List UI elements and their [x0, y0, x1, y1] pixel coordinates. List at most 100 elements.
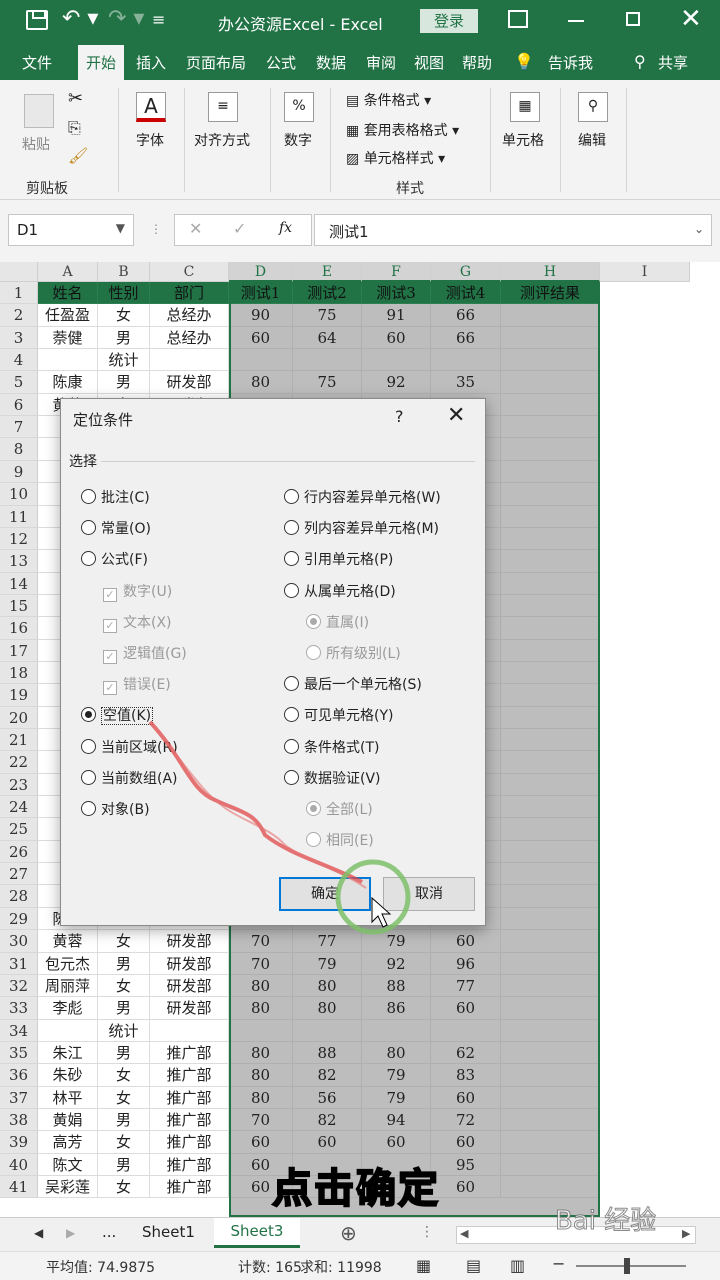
option-right-9[interactable]: 数据验证(V): [284, 768, 381, 788]
cell-a1[interactable]: 姓名: [38, 282, 98, 304]
cells-button[interactable]: 单元格: [502, 130, 544, 150]
row-header[interactable]: 8: [0, 438, 38, 461]
tab-insert[interactable]: 插入: [136, 52, 166, 73]
ribbon-display-options-icon[interactable]: [508, 10, 528, 28]
row-header[interactable]: 5: [0, 371, 38, 394]
row-header[interactable]: 4: [0, 349, 38, 371]
option-left-7[interactable]: 空值(K): [81, 705, 154, 726]
column-header-i[interactable]: I: [600, 262, 690, 282]
cell-a5[interactable]: 陈康: [38, 371, 98, 394]
tab-help[interactable]: 帮助: [462, 52, 492, 73]
row-header[interactable]: 30: [0, 930, 38, 953]
row-header[interactable]: 35: [0, 1042, 38, 1064]
option-right-1[interactable]: 列内容差异单元格(M): [284, 518, 439, 538]
row-header[interactable]: 39: [0, 1131, 38, 1154]
cell-a30[interactable]: 黄蓉: [38, 930, 98, 953]
cell-b41[interactable]: 女: [98, 1176, 150, 1198]
tab-data[interactable]: 数据: [316, 52, 346, 73]
radio-icon[interactable]: [284, 551, 299, 567]
maximize-icon[interactable]: [626, 12, 640, 26]
tab-view[interactable]: 视图: [414, 52, 444, 73]
cell-b36[interactable]: 女: [98, 1064, 150, 1087]
share-button[interactable]: 共享: [658, 52, 688, 73]
cell-a41[interactable]: 吴彩莲: [38, 1176, 98, 1198]
editing-button[interactable]: 编辑: [578, 130, 606, 150]
tab-formulas[interactable]: 公式: [266, 52, 296, 73]
row-header[interactable]: 10: [0, 483, 38, 506]
cell-b34[interactable]: 统计: [98, 1020, 150, 1042]
cells-icon[interactable]: ▦: [510, 92, 540, 122]
cell-a33[interactable]: 李彪: [38, 997, 98, 1020]
cell-b40[interactable]: 男: [98, 1154, 150, 1176]
row-header[interactable]: 15: [0, 595, 38, 617]
select-all-corner[interactable]: [0, 262, 38, 282]
radio-icon[interactable]: [81, 738, 96, 754]
cancel-icon[interactable]: ✕: [189, 219, 202, 238]
row-header[interactable]: 20: [0, 707, 38, 729]
radio-icon[interactable]: [81, 551, 96, 567]
cell-a35[interactable]: 朱江: [38, 1042, 98, 1064]
ok-button[interactable]: 确定: [279, 877, 371, 911]
row-header[interactable]: 9: [0, 461, 38, 483]
row-header[interactable]: 14: [0, 573, 38, 595]
row-header[interactable]: 23: [0, 774, 38, 796]
cell-c2[interactable]: 总经办: [150, 304, 229, 327]
paste-button[interactable]: 粘贴: [22, 134, 50, 154]
name-box[interactable]: D1 ▼: [8, 214, 134, 246]
cell-a36[interactable]: 朱砂: [38, 1064, 98, 1087]
radio-icon[interactable]: [81, 769, 96, 785]
cell-c33[interactable]: 研发部: [150, 997, 229, 1020]
column-header-g[interactable]: G: [431, 262, 501, 282]
row-header[interactable]: 1: [0, 282, 38, 304]
cell-a3[interactable]: 萘健: [38, 327, 98, 349]
option-right-8[interactable]: 条件格式(T): [284, 737, 379, 757]
normal-view-icon[interactable]: ▦: [416, 1256, 431, 1275]
radio-icon[interactable]: [81, 489, 96, 504]
column-header-b[interactable]: B: [98, 262, 150, 282]
row-header[interactable]: 16: [0, 617, 38, 640]
cell-c30[interactable]: 研发部: [150, 930, 229, 953]
row-header[interactable]: 29: [0, 908, 38, 930]
row-header[interactable]: 11: [0, 506, 38, 528]
percent-icon[interactable]: %: [284, 92, 314, 122]
cell-c31[interactable]: 研发部: [150, 953, 229, 975]
row-header[interactable]: 7: [0, 416, 38, 438]
undo-icon[interactable]: ↶ ▾: [62, 6, 98, 31]
cell-a38[interactable]: 黄娟: [38, 1109, 98, 1131]
row-header[interactable]: 2: [0, 304, 38, 327]
cell-c37[interactable]: 推广部: [150, 1087, 229, 1109]
option-right-3[interactable]: 从属单元格(D): [284, 581, 396, 601]
page-break-view-icon[interactable]: ▥: [510, 1256, 525, 1275]
cell-c3[interactable]: 总经办: [150, 327, 229, 349]
minimize-icon[interactable]: [568, 20, 584, 22]
zoom-slider[interactable]: [576, 1265, 686, 1267]
alignment-button[interactable]: 对齐方式: [194, 130, 250, 150]
row-header[interactable]: 33: [0, 997, 38, 1020]
cell-c34[interactable]: [150, 1020, 229, 1042]
cell-a40[interactable]: 陈文: [38, 1154, 98, 1176]
cell-b3[interactable]: 男: [98, 327, 150, 349]
cell-b31[interactable]: 男: [98, 953, 150, 975]
radio-icon[interactable]: [284, 738, 299, 754]
radio-icon[interactable]: [284, 707, 299, 723]
hscroll-left-icon[interactable]: ◀: [460, 1227, 468, 1240]
dialog-close-icon[interactable]: ✕: [447, 403, 465, 428]
help-icon[interactable]: ?: [395, 407, 404, 426]
row-header[interactable]: 38: [0, 1109, 38, 1131]
row-header[interactable]: 13: [0, 550, 38, 573]
scroll-left-icon[interactable]: ◀: [34, 1226, 43, 1240]
tab-file[interactable]: 文件: [22, 52, 52, 73]
radio-icon[interactable]: [284, 769, 299, 785]
page-layout-view-icon[interactable]: ▤: [466, 1256, 481, 1275]
row-header[interactable]: 21: [0, 729, 38, 751]
zoom-out-icon[interactable]: −: [552, 1254, 565, 1273]
row-header[interactable]: 25: [0, 818, 38, 841]
expand-formula-icon[interactable]: ⌄: [694, 222, 704, 236]
row-header[interactable]: 41: [0, 1176, 38, 1198]
row-header[interactable]: 12: [0, 528, 38, 550]
align-icon[interactable]: ≡: [208, 92, 238, 122]
cell-a4[interactable]: [38, 349, 98, 371]
number-button[interactable]: 数字: [284, 130, 312, 150]
cut-icon[interactable]: ✂: [68, 88, 83, 109]
radio-icon[interactable]: [284, 489, 299, 504]
